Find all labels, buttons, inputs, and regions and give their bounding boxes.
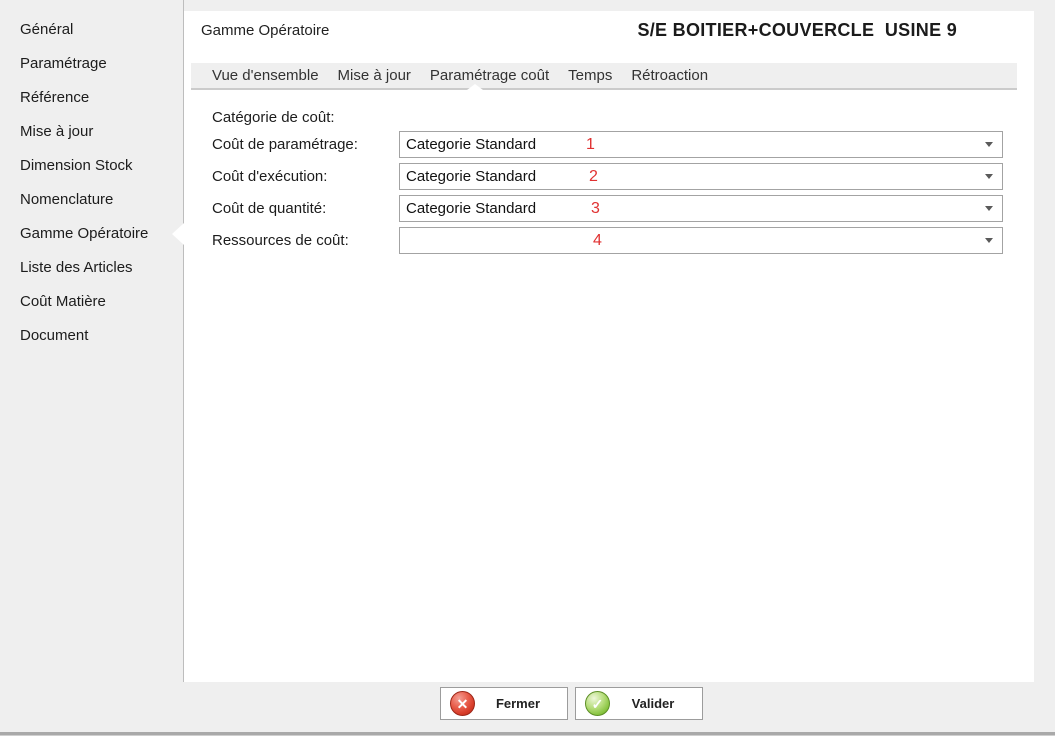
execution-cost-label: Coût d'exécution:	[212, 163, 327, 190]
sidebar-item-liste-des-articles[interactable]: Liste des Articles	[0, 251, 183, 285]
chevron-down-icon	[985, 142, 993, 147]
app-window: Général Paramétrage Référence Mise à jou…	[0, 0, 1055, 736]
validate-button[interactable]: ✓ Valider	[575, 687, 703, 720]
quantity-cost-label: Coût de quantité:	[212, 195, 326, 222]
quantity-cost-dropdown[interactable]: Categorie Standard 3	[399, 195, 1003, 222]
execution-cost-dropdown[interactable]: Categorie Standard 2	[399, 163, 1003, 190]
sidebar-item-cout-matiere[interactable]: Coût Matière	[0, 285, 183, 319]
setup-cost-value: Categorie Standard	[406, 132, 536, 157]
sidebar-item-parametrage[interactable]: Paramétrage	[0, 47, 183, 81]
execution-cost-value: Categorie Standard	[406, 164, 536, 189]
tab-bar: Vue d'ensemble Mise à jour Paramétrage c…	[191, 63, 1017, 90]
check-icon: ✓	[585, 691, 610, 716]
main-panel: Gamme Opératoire S/E BOITIER+COUVERCLE U…	[184, 11, 1034, 682]
sidebar-item-general[interactable]: Général	[0, 13, 183, 47]
sidebar-item-dimension-stock[interactable]: Dimension Stock	[0, 149, 183, 183]
cost-resources-dropdown[interactable]: 4	[399, 227, 1003, 254]
marker-4: 4	[593, 228, 602, 253]
tab-parametrage-cout[interactable]: Paramétrage coût	[430, 67, 549, 84]
cost-category-section-label: Catégorie de coût:	[212, 109, 335, 126]
sidebar-selected-notch-icon	[172, 223, 184, 245]
setup-cost-label: Coût de paramétrage:	[212, 131, 358, 158]
record-header: S/E BOITIER+COUVERCLE USINE 9	[637, 20, 957, 41]
sidebar-item-document[interactable]: Document	[0, 319, 183, 353]
marker-3: 3	[591, 196, 600, 221]
chevron-down-icon	[985, 206, 993, 211]
quantity-cost-value: Categorie Standard	[406, 196, 536, 221]
marker-1: 1	[586, 132, 595, 157]
setup-cost-dropdown[interactable]: Categorie Standard 1	[399, 131, 1003, 158]
close-button-label: Fermer	[475, 696, 567, 711]
tab-temps[interactable]: Temps	[568, 67, 612, 84]
close-icon: ✕	[450, 691, 475, 716]
sidebar: Général Paramétrage Référence Mise à jou…	[0, 0, 183, 682]
sidebar-item-mise-a-jour[interactable]: Mise à jour	[0, 115, 183, 149]
page-title: Gamme Opératoire	[201, 22, 329, 39]
chevron-down-icon	[985, 174, 993, 179]
tab-retroaction[interactable]: Rétroaction	[631, 67, 708, 84]
tab-vue-densemble[interactable]: Vue d'ensemble	[212, 67, 319, 84]
marker-2: 2	[589, 164, 598, 189]
validate-button-label: Valider	[610, 696, 702, 711]
sidebar-item-gamme-operatoire[interactable]: Gamme Opératoire	[0, 217, 183, 251]
chevron-down-icon	[985, 238, 993, 243]
sidebar-item-nomenclature[interactable]: Nomenclature	[0, 183, 183, 217]
sidebar-item-reference[interactable]: Référence	[0, 81, 183, 115]
cost-resources-label: Ressources de coût:	[212, 227, 349, 254]
tab-mise-a-jour[interactable]: Mise à jour	[338, 67, 411, 84]
tab-selected-notch-icon	[467, 84, 483, 90]
close-button[interactable]: ✕ Fermer	[440, 687, 568, 720]
